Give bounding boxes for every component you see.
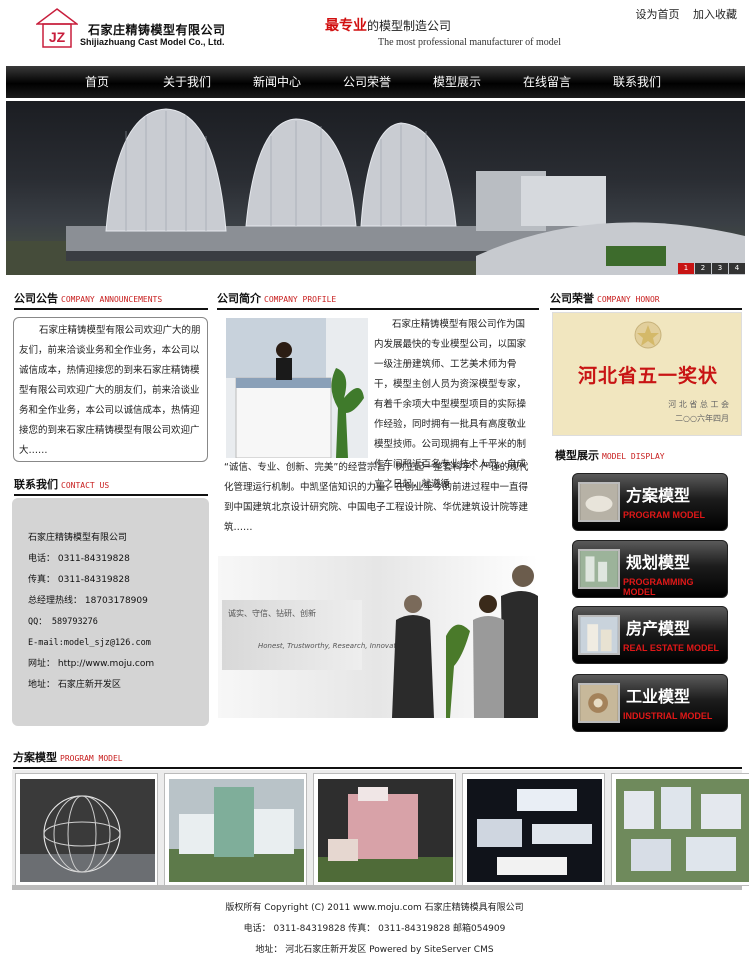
contact-fax: 传真： 0311-84319828 [28, 575, 130, 585]
planning-model-thumb-icon [578, 549, 620, 589]
banner-page-4[interactable]: 4 [729, 263, 745, 274]
announcements-box: 石家庄精铸模型有限公司欢迎广大的朋友们，前来洽谈业务和全作业务，本公司以诚信成本… [13, 317, 208, 462]
banner-page-2[interactable]: 2 [695, 263, 711, 274]
contact-website[interactable]: 网址： http://www.moju.com [28, 654, 209, 675]
footer-address: 地址： 河北石家庄新开发区 Powered by SiteServer CMS [255, 945, 494, 955]
contact-email[interactable]: E-mail:model_sjz@126.com [28, 633, 209, 654]
honor-title: 公司荣誉 COMPANY HONOR [550, 290, 742, 310]
gallery-night-model-image [467, 779, 602, 882]
award-title: 河北省五一奖状 [577, 365, 718, 387]
program-model-gallery [12, 770, 749, 890]
gallery-item[interactable] [462, 773, 605, 886]
nav-home[interactable]: 首页 [52, 66, 142, 98]
logo-icon[interactable]: JZ [36, 8, 78, 48]
set-homepage-link[interactable]: 设为首页 [636, 8, 680, 21]
nav-news[interactable]: 新闻中心 [232, 66, 322, 98]
slogan-en: The most professional manufacturer of mo… [378, 37, 561, 48]
banner-page-3[interactable]: 3 [712, 263, 728, 274]
award-date: 二○○六年四月 [675, 414, 729, 423]
nav-models[interactable]: 模型展示 [412, 66, 502, 98]
add-favorite-link[interactable]: 加入收藏 [693, 8, 737, 21]
nav-honor[interactable]: 公司荣誉 [322, 66, 412, 98]
slogan-highlight: 最专业 [325, 18, 367, 34]
banner-page-1[interactable]: 1 [678, 263, 694, 274]
svg-text:JZ: JZ [49, 29, 66, 45]
banner-model-image [6, 108, 745, 275]
slogan-rest: 的模型制造公司 [367, 19, 452, 33]
header: JZ 石家庄精铸模型有限公司 Shijiazhuang Cast Model C… [0, 0, 749, 64]
footer-contact: 电话： 0311-84319828 传真： 0311-84319828 邮箱05… [243, 924, 506, 934]
profile-title: 公司简介 COMPANY PROFILE [217, 290, 539, 310]
hero-banner[interactable]: 1 2 3 4 [6, 101, 745, 275]
contact-title: 联系我们 CONTACT US [14, 476, 208, 496]
gallery-item[interactable] [164, 773, 307, 886]
values-banner: 诚实、守信、钻研、创新 Honest, Trustworthy, Researc… [218, 556, 538, 718]
announcements-title: 公司公告 COMPANY ANNOUNCEMENTS [14, 290, 208, 310]
nav-about[interactable]: 关于我们 [142, 66, 232, 98]
gallery-item[interactable] [313, 773, 456, 886]
main-nav: 首页 关于我们 新闻中心 公司荣誉 模型展示 在线留言 联系我们 [6, 66, 745, 98]
honor-certificate[interactable]: 河北省五一奖状 河 北 省 总 工 会 二○○六年四月 [552, 312, 742, 436]
gallery-residential-model-image [616, 779, 749, 882]
top-links: 设为首页 加入收藏 [626, 6, 738, 22]
award-issuer: 河 北 省 总 工 会 [668, 400, 729, 409]
gallery-dome-model-image [20, 779, 155, 882]
footer-copyright: 版权所有 Copyright (C) 2011 www.moju.com 石家庄… [225, 903, 524, 913]
gallery-item[interactable] [15, 773, 158, 886]
industrial-model-button[interactable]: 工业模型 INDUSTRIAL MODEL [572, 674, 728, 732]
contact-qq: QQ： 589793276 [28, 617, 98, 627]
real-estate-model-button[interactable]: 房产模型 REAL ESTATE MODEL [572, 606, 728, 664]
company-name: 石家庄精铸模型有限公司 [88, 23, 226, 37]
industrial-model-thumb-icon [578, 683, 620, 723]
contact-hotline: 总经理热线： 18703178909 [28, 596, 148, 606]
program-model-button[interactable]: 方案模型 PROGRAM MODEL [572, 473, 728, 531]
company-name-en: Shijiazhuang Cast Model Co., Ltd. [80, 37, 225, 47]
real-estate-model-thumb-icon [578, 615, 620, 655]
planning-model-button[interactable]: 规划模型 PROGRAMMING MODEL [572, 540, 728, 598]
reception-photo [226, 318, 368, 458]
gallery-building-model-image [318, 779, 453, 882]
contact-phone: 电话： 0311-84319828 [28, 554, 130, 564]
program-model-thumb-icon [578, 482, 620, 522]
nav-message[interactable]: 在线留言 [502, 66, 592, 98]
contact-company: 石家庄精铸模型有限公司 [28, 533, 128, 543]
gallery-hospital-model-image [169, 779, 304, 882]
profile-text-continued: “诚信、专业、创新、完美”的经营宗旨，树立起一整套科学、严谨的现代化管理运行机制… [224, 462, 529, 533]
banner-pager: 1 2 3 4 [677, 263, 745, 274]
contact-address: 地址： 石家庄新开发区 [28, 680, 121, 690]
nav-contact[interactable]: 联系我们 [592, 66, 682, 98]
gallery-item[interactable] [611, 773, 749, 886]
team-photo [392, 565, 538, 718]
model-display-title: 模型展示 MODEL DISPLAY [555, 449, 665, 462]
program-model-title: 方案模型 PROGRAM MODEL [13, 749, 742, 769]
slogan: 最专业的模型制造公司 [325, 15, 451, 35]
contact-box: 石家庄精铸模型有限公司 电话： 0311-84319828 传真： 0311-8… [12, 498, 209, 726]
